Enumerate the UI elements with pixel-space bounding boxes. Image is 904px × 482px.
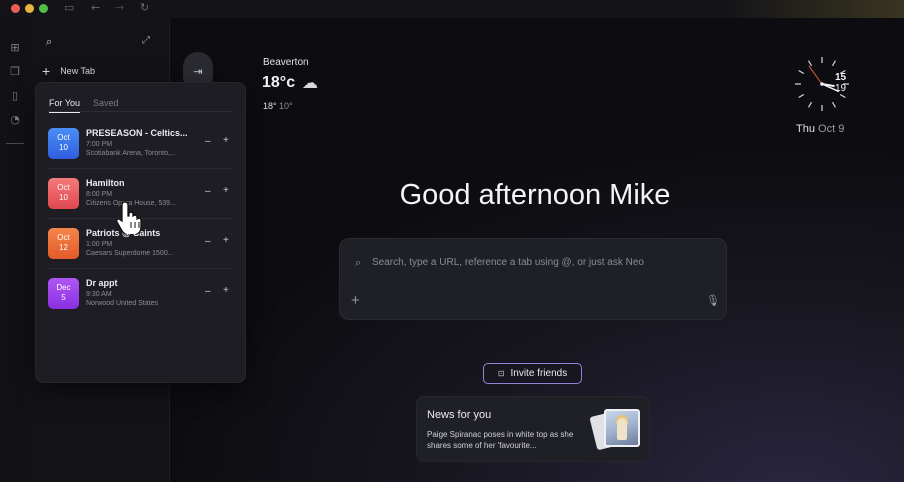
event-divider (48, 268, 233, 269)
news-heading: News for you (427, 409, 492, 421)
search-icon: ⌕ (355, 256, 362, 269)
plus-icon: + (42, 63, 51, 79)
event-title: Hamilton (86, 178, 125, 188)
clock-center (820, 82, 824, 86)
clock-tick (831, 101, 837, 108)
new-tab-label: New Tab (60, 66, 96, 76)
close-window-button[interactable] (11, 4, 20, 13)
dismiss-event-button[interactable]: – (205, 236, 211, 247)
event-time: 7:00 PM (86, 141, 113, 148)
add-event-button[interactable]: + (223, 185, 229, 196)
event-location: Caesars Superdome 1500... (86, 250, 174, 257)
add-event-button[interactable]: + (223, 285, 229, 296)
tabs-stack-icon[interactable]: ❐ (9, 66, 21, 78)
add-event-button[interactable]: + (223, 135, 229, 146)
event-title: Dr appt (86, 278, 118, 288)
reload-icon[interactable]: ↻ (140, 1, 149, 14)
event-item[interactable]: Oct 12 Patriots @ Saints 1:00 PM Caesars… (48, 228, 233, 278)
rail-divider (6, 143, 24, 144)
clock-tick (798, 93, 805, 99)
clock-tick (807, 60, 813, 67)
icon-rail: ⊞ ❐ ▯ ◔ (0, 18, 30, 482)
clock-hour-label: 15 (835, 72, 847, 83)
event-calendar-badge: Oct 12 (48, 228, 79, 259)
microphone-icon[interactable]: 🎙 (706, 294, 720, 307)
tabs-divider (48, 111, 233, 112)
dismiss-event-button[interactable]: – (205, 286, 211, 297)
gift-icon: ⊡ (497, 369, 505, 378)
date-label: Thu Oct 9 (796, 123, 844, 135)
weather-city: Beaverton (263, 57, 309, 68)
back-arrow-icon[interactable]: ← (91, 1, 100, 14)
date-weekday: Thu (796, 123, 815, 135)
dismiss-event-button[interactable]: – (205, 136, 211, 147)
grid-icon[interactable]: ⊞ (9, 42, 21, 54)
attach-plus-icon[interactable]: + (351, 292, 360, 309)
clock-tick (807, 101, 813, 108)
news-card[interactable]: News for you Paige Spiranac poses in whi… (416, 396, 650, 462)
news-thumbnail (589, 407, 641, 451)
bell-icon[interactable]: ◔ (9, 114, 21, 126)
add-event-button[interactable]: + (223, 235, 229, 246)
split-view-icon[interactable]: ⤢ (142, 35, 150, 46)
window-titlebar: ▭ ← → ↻ (0, 0, 904, 18)
maximize-window-button[interactable] (39, 4, 48, 13)
dismiss-event-button[interactable]: – (205, 186, 211, 197)
collapse-arrow-icon: ⇥ (193, 65, 203, 78)
date-month-day: Oct 9 (818, 123, 845, 135)
clock-tick (798, 69, 805, 75)
sidebar-toggle-icon[interactable]: ▭ (64, 1, 74, 14)
invite-friends-button[interactable]: ⊡ Invite friends (483, 363, 582, 384)
event-item[interactable]: Oct 10 PRESEASON - Celtics... 7:00 PM Sc… (48, 128, 233, 178)
event-time: 9:30 AM (86, 291, 112, 298)
minimize-window-button[interactable] (25, 4, 34, 13)
event-calendar-badge: Dec 5 (48, 278, 79, 309)
search-input[interactable] (372, 254, 712, 270)
invite-friends-label: Invite friends (510, 368, 568, 379)
weather-low: 10° (279, 101, 293, 111)
search-box: ⌕ + 🎙 (339, 238, 727, 320)
event-divider (48, 168, 233, 169)
bookmark-icon[interactable]: ▯ (9, 90, 21, 102)
greeting-heading: Good afternoon Mike (399, 179, 671, 211)
clock-minute-label: 19 (835, 83, 847, 94)
event-calendar-badge: Oct 10 (48, 178, 79, 209)
weather-temperature: 18°c (262, 74, 296, 91)
event-time: 1:00 PM (86, 241, 113, 248)
cloud-icon: ☁ (302, 73, 318, 92)
new-tab-button[interactable]: + New Tab (42, 63, 95, 79)
weather-high: 18° (263, 101, 277, 111)
event-location: Norwood United States (86, 300, 158, 307)
hand-pointer-cursor-icon (116, 201, 142, 234)
clock-second-hand (808, 65, 823, 85)
news-headline: Paige Spiranac poses in white top as she… (427, 430, 574, 450)
event-calendar-badge: Oct 10 (48, 128, 79, 159)
event-location: Scotiabank Arena, Toronto,... (86, 150, 176, 157)
event-item[interactable]: Dec 5 Dr appt 9:30 AM Norwood United Sta… (48, 278, 233, 328)
event-title: PRESEASON - Celtics... (86, 128, 188, 138)
search-icon[interactable]: ⌕ (46, 35, 52, 49)
event-time: 8:00 PM (86, 191, 113, 198)
clock-tick (839, 93, 846, 99)
forward-arrow-icon[interactable]: → (115, 1, 124, 14)
clock-tick (831, 60, 837, 67)
